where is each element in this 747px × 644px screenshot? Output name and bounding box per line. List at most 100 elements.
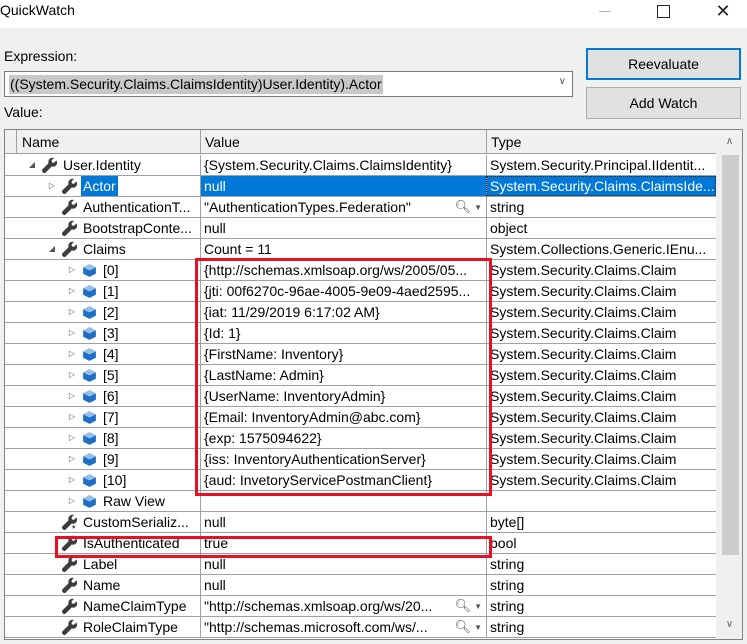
table-row[interactable]: ▷ [8] {exp: 1575094622} System.Security.Cla… bbox=[5, 428, 716, 449]
close-button[interactable]: ✕ bbox=[700, 0, 746, 22]
table-row[interactable]: IsAuthenticated true bool bbox=[5, 533, 716, 554]
name-cell[interactable]: ▷ [2] bbox=[5, 302, 200, 322]
name-cell[interactable]: ▷ [6] bbox=[5, 386, 200, 406]
table-row[interactable]: ▷ [2] {iat: 11/29/2019 6:17:02 AM} System.S… bbox=[5, 302, 716, 323]
collapsed-arrow-icon[interactable]: ▷ bbox=[47, 176, 57, 196]
name-cell[interactable]: Label bbox=[5, 554, 200, 574]
expanded-arrow-icon[interactable]: ◢ bbox=[47, 239, 57, 259]
expression-combobox[interactable]: ((System.Security.Claims.ClaimsIdentity)… bbox=[4, 71, 573, 97]
value-cell[interactable]: null bbox=[200, 512, 486, 532]
value-cell[interactable]: {UserName: InventoryAdmin} bbox=[200, 386, 486, 406]
table-row[interactable]: ▷ [5] {LastName: Admin} System.Security.Cla… bbox=[5, 365, 716, 386]
column-header-name[interactable]: Name bbox=[18, 130, 200, 154]
value-cell[interactable]: {LastName: Admin} bbox=[200, 365, 486, 385]
name-cell[interactable]: AuthenticationT... bbox=[5, 197, 200, 217]
scroll-down-icon[interactable]: ∨ bbox=[716, 615, 742, 635]
value-cell[interactable]: "http://schemas.microsoft.com/ws/... 🔍︎ ▼ bbox=[200, 617, 486, 637]
maximize-button[interactable] bbox=[640, 0, 686, 22]
expanded-arrow-icon[interactable]: ◢ bbox=[27, 155, 37, 175]
value-cell[interactable]: null bbox=[200, 176, 486, 196]
value-cell[interactable]: "http://schemas.xmlsoap.org/ws/20... 🔍︎ ▼ bbox=[200, 596, 486, 616]
value-cell[interactable]: {aud: InvetoryServicePostmanClient} bbox=[200, 470, 486, 490]
name-cell[interactable]: CustomSerializ... bbox=[5, 512, 200, 532]
collapsed-arrow-icon[interactable]: ▷ bbox=[67, 428, 77, 448]
name-cell[interactable]: ▷ [5] bbox=[5, 365, 200, 385]
table-row[interactable]: ▷ [10] {aud: InvetoryServicePostmanClient}… bbox=[5, 470, 716, 491]
visualizer-search-button[interactable]: 🔍︎ ▼ bbox=[455, 197, 482, 217]
collapsed-arrow-icon[interactable]: ▷ bbox=[67, 449, 77, 469]
name-cell[interactable]: ▷ [7] bbox=[5, 407, 200, 427]
collapsed-arrow-icon[interactable]: ▷ bbox=[67, 386, 77, 406]
table-row[interactable]: ▷ [1] {jti: 00f6270c-96ae-4005-9e09-4aed25… bbox=[5, 281, 716, 302]
value-cell[interactable]: null bbox=[200, 575, 486, 595]
scroll-thumb[interactable] bbox=[722, 155, 739, 555]
column-header-type[interactable]: Type bbox=[486, 130, 716, 154]
vertical-scrollbar[interactable]: ∧ ∨ bbox=[716, 130, 742, 639]
value-cell[interactable]: Count = 11 bbox=[200, 239, 486, 259]
value-cell[interactable]: {exp: 1575094622} bbox=[200, 428, 486, 448]
collapsed-arrow-icon[interactable]: ▷ bbox=[67, 302, 77, 322]
scroll-up-icon[interactable]: ∧ bbox=[716, 132, 742, 152]
name-cell[interactable]: ▷ [9] bbox=[5, 449, 200, 469]
name-cell[interactable]: ▷ [3] bbox=[5, 323, 200, 343]
table-row[interactable]: CustomSerializ... null byte[] bbox=[5, 512, 716, 533]
column-header-value[interactable]: Value bbox=[200, 130, 486, 154]
add-watch-button[interactable]: Add Watch bbox=[586, 87, 741, 119]
table-row[interactable]: ▷ [4] {FirstName: Inventory} System.Securit… bbox=[5, 344, 716, 365]
table-row[interactable]: ◢ User.Identity {System.Security.Claims.Cl… bbox=[5, 155, 716, 176]
collapsed-arrow-icon[interactable]: ▷ bbox=[67, 407, 77, 427]
table-row[interactable]: Label null string bbox=[5, 554, 716, 575]
value-cell[interactable]: {FirstName: Inventory} bbox=[200, 344, 486, 364]
collapsed-arrow-icon[interactable]: ▷ bbox=[67, 344, 77, 364]
name-cell[interactable]: ▷ [1] bbox=[5, 281, 200, 301]
name-cell[interactable]: RoleClaimType bbox=[5, 617, 200, 637]
table-row[interactable]: BootstrapConte... null object bbox=[5, 218, 716, 239]
name-cell[interactable]: IsAuthenticated bbox=[5, 533, 200, 553]
table-row[interactable]: ▷ [6] {UserName: InventoryAdmin} System.Sec… bbox=[5, 386, 716, 407]
collapsed-arrow-icon[interactable]: ▷ bbox=[67, 491, 77, 511]
name-cell[interactable]: ▷ Raw View bbox=[5, 491, 200, 511]
table-row[interactable]: Name null string bbox=[5, 575, 716, 596]
visualizer-search-button[interactable]: 🔍︎ ▼ bbox=[455, 596, 482, 616]
value-cell[interactable]: true bbox=[200, 533, 486, 553]
value-cell[interactable]: {jti: 00f6270c-96ae-4005-9e09-4aed2595..… bbox=[200, 281, 486, 301]
reevaluate-button[interactable]: Reevaluate bbox=[586, 48, 741, 80]
table-row[interactable]: ▷ Raw View bbox=[5, 491, 716, 512]
name-cell[interactable]: ▷ [0] bbox=[5, 260, 200, 280]
name-cell[interactable]: ◢ User.Identity bbox=[5, 155, 200, 175]
name-cell[interactable]: ◢ Claims bbox=[5, 239, 200, 259]
table-row[interactable]: ▷ [0] {http://schemas.xmlsoap.org/ws/2005/… bbox=[5, 260, 716, 281]
table-row[interactable]: ▷ [7] {Email: InventoryAdmin@abc.com} Syste… bbox=[5, 407, 716, 428]
value-cell[interactable]: "AuthenticationTypes.Federation" 🔍︎ ▼ bbox=[200, 197, 486, 217]
value-cell[interactable]: null bbox=[200, 218, 486, 238]
table-row[interactable]: ◢ Claims Count = 11 System.Collections.Gene… bbox=[5, 239, 716, 260]
table-row[interactable]: RoleClaimType "http://schemas.microsoft.c… bbox=[5, 617, 716, 638]
value-cell[interactable]: {Email: InventoryAdmin@abc.com} bbox=[200, 407, 486, 427]
name-cell[interactable]: NameClaimType bbox=[5, 596, 200, 616]
collapsed-arrow-icon[interactable]: ▷ bbox=[67, 260, 77, 280]
collapsed-arrow-icon[interactable]: ▷ bbox=[67, 323, 77, 343]
name-cell[interactable]: ▷ [10] bbox=[5, 470, 200, 490]
chevron-down-icon[interactable]: ∨ bbox=[559, 76, 566, 87]
table-row[interactable]: ▷ [3] {Id: 1} System.Security.Claims.Claim bbox=[5, 323, 716, 344]
value-cell[interactable]: {iat: 11/29/2019 6:17:02 AM} bbox=[200, 302, 486, 322]
name-cell[interactable]: Name bbox=[5, 575, 200, 595]
expression-input[interactable]: ((System.Security.Claims.ClaimsIdentity)… bbox=[9, 75, 383, 94]
value-cell[interactable]: {iss: InventoryAuthenticationServer} bbox=[200, 449, 486, 469]
visualizer-search-button[interactable]: 🔍︎ ▼ bbox=[455, 617, 482, 637]
table-row[interactable]: AuthenticationT... "AuthenticationTypes.F… bbox=[5, 197, 716, 218]
collapsed-arrow-icon[interactable]: ▷ bbox=[67, 281, 77, 301]
name-cell[interactable]: ▷ [8] bbox=[5, 428, 200, 448]
value-cell[interactable]: {http://schemas.xmlsoap.org/ws/2005/05..… bbox=[200, 260, 486, 280]
value-cell[interactable] bbox=[200, 491, 486, 511]
table-row[interactable]: ▷ Actor null System.Security.Claims.ClaimsI… bbox=[5, 176, 716, 197]
name-cell[interactable]: ▷ [4] bbox=[5, 344, 200, 364]
name-cell[interactable]: BootstrapConte... bbox=[5, 218, 200, 238]
table-row[interactable]: NameClaimType "http://schemas.xmlsoap.org… bbox=[5, 596, 716, 617]
value-cell[interactable]: {Id: 1} bbox=[200, 323, 486, 343]
collapsed-arrow-icon[interactable]: ▷ bbox=[67, 365, 77, 385]
value-cell[interactable]: {System.Security.Claims.ClaimsIdentity} bbox=[200, 155, 486, 175]
collapsed-arrow-icon[interactable]: ▷ bbox=[67, 470, 77, 490]
minimize-button[interactable] bbox=[582, 0, 628, 22]
value-cell[interactable]: null bbox=[200, 554, 486, 574]
